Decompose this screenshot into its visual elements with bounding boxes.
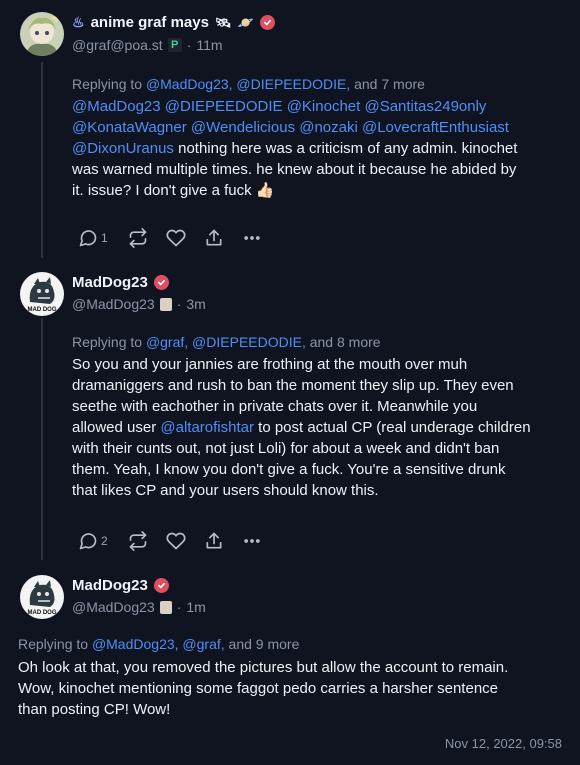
verified-badge-icon [153, 578, 169, 593]
like-button[interactable] [166, 531, 204, 551]
mentions-line-2[interactable]: @KonataWagner @Wendelicious @nozaki @Lov… [72, 119, 509, 136]
repost-button[interactable] [128, 228, 166, 248]
body-line-4a: allowed user [72, 419, 161, 436]
body-line-5: with their cunts out, not just Loli) for… [72, 440, 500, 457]
replying-prefix: Replying to [72, 76, 143, 92]
repost-button[interactable] [128, 531, 166, 551]
display-name[interactable]: MadDog23 [72, 274, 148, 291]
body-line-1: Oh look at that, you removed the picture… [18, 659, 509, 676]
replying-to: Replying to @MadDog23, @graf, and 9 more [18, 636, 299, 652]
body-line-3: it. issue? I don't give a fuck [72, 182, 252, 199]
share-icon [206, 229, 222, 246]
handle[interactable]: @MadDog23 [72, 599, 155, 615]
body-line-1: nothing here was a criticism of any admi… [173, 140, 518, 157]
heart-icon [166, 229, 186, 247]
handle[interactable]: @graf@poa.st [72, 37, 163, 53]
body-line-2: was warned multiple times. he knew about… [72, 161, 517, 178]
share-button[interactable] [204, 228, 242, 248]
display-name[interactable]: MadDog23 [72, 577, 148, 594]
avatar-logo-text: MAD DOG [28, 610, 57, 616]
handle[interactable]: @MadDog23 [72, 296, 155, 312]
post-time[interactable]: 1m [186, 599, 205, 615]
dot-separator: · [186, 37, 192, 53]
display-name[interactable]: anime graf mays [91, 14, 209, 31]
thread-line-1 [41, 62, 43, 258]
post-body: Oh look at that, you removed the picture… [18, 657, 573, 720]
verified-badge-icon [153, 275, 169, 290]
mention-dixonuranus[interactable]: @DixonUranus [72, 140, 174, 157]
reply-icon [79, 533, 97, 550]
avatar-logo-text: MAD DOG [28, 307, 57, 313]
post-actions: 1 [78, 228, 280, 248]
share-icon [206, 532, 222, 549]
satellite-emoji-icon: 🛰 [214, 14, 232, 30]
reply-button[interactable]: 1 [78, 228, 128, 248]
more-button[interactable] [242, 228, 280, 248]
thread-line-2 [41, 318, 43, 560]
avatar[interactable]: MAD DOG [20, 575, 64, 619]
replying-users-link[interactable]: @MadDog23, @DIEPEEDODIE, [146, 76, 350, 92]
more-icon [244, 236, 260, 240]
body-line-6: them. Yeah, I know you don't give a fuck… [72, 461, 506, 478]
more-icon [244, 539, 260, 543]
post-timestamp[interactable]: Nov 12, 2022, 09:58 [445, 736, 562, 751]
dot-separator: · [176, 599, 182, 615]
dot-separator: · [176, 296, 182, 312]
pleroma-icon: P [167, 38, 182, 52]
like-button[interactable] [166, 228, 204, 248]
avatar[interactable] [20, 12, 64, 56]
reply-button[interactable]: 2 [78, 531, 128, 551]
repost-icon [129, 531, 147, 551]
replying-to: Replying to @graf, @DIEPEEDODIE, and 8 m… [72, 334, 381, 350]
replying-more[interactable]: and 7 more [354, 76, 425, 92]
thumbs-up-emoji: 👍🏻 [255, 182, 275, 199]
replying-more[interactable]: and 8 more [310, 334, 381, 350]
heart-icon [166, 532, 186, 550]
avatar[interactable]: MAD DOG [20, 272, 64, 316]
repost-icon [129, 228, 147, 248]
verified-badge-icon [259, 15, 275, 30]
avatar-anime-image [20, 12, 64, 56]
mention-altarofishtar[interactable]: @altarofishtar [160, 419, 254, 436]
body-line-4b: to post actual CP (real underage childre… [254, 419, 531, 436]
replying-prefix: Replying to [18, 636, 89, 652]
replying-users-link[interactable]: @MadDog23, @graf, [92, 636, 225, 652]
post-body: @MadDog23 @DIEPEEDODIE @Kinochet @Santit… [72, 96, 572, 201]
post-time[interactable]: 3m [186, 296, 205, 312]
reply-count: 2 [101, 534, 108, 548]
body-line-1: So you and your jannies are frothing at … [72, 356, 468, 373]
replying-more[interactable]: and 9 more [229, 636, 300, 652]
post-time[interactable]: 11m [196, 37, 222, 53]
avatar-maddog-image: MAD DOG [20, 575, 64, 619]
mentions-line-1[interactable]: @MadDog23 @DIEPEEDODIE @Kinochet @Santit… [72, 98, 486, 115]
body-line-3: than posting CP! Wow! [18, 701, 171, 718]
instance-icon [159, 600, 172, 614]
reply-icon [79, 230, 97, 247]
reply-count: 1 [101, 231, 108, 245]
post-body: So you and your jannies are frothing at … [72, 354, 572, 501]
replying-users-link[interactable]: @graf, @DIEPEEDODIE, [146, 334, 306, 350]
body-line-2: dramaniggers and rush to ban the moment … [72, 377, 514, 394]
replying-to: Replying to @MadDog23, @DIEPEEDODIE, and… [72, 76, 425, 92]
more-button[interactable] [242, 531, 280, 551]
avatar-maddog-image: MAD DOG [20, 272, 64, 316]
body-line-3: seethe with eachother in private chats o… [72, 398, 478, 415]
planet-emoji-icon: 🪐 [237, 14, 254, 30]
share-button[interactable] [204, 531, 242, 551]
body-line-2: Wow, kinochet mentioning some faggot ped… [18, 680, 498, 697]
post-actions: 2 [78, 531, 280, 551]
replying-prefix: Replying to [72, 334, 143, 350]
tag-icon: ♨ [72, 14, 85, 30]
instance-icon [159, 297, 172, 311]
body-line-7: that likes CP and your users should know… [72, 482, 379, 499]
